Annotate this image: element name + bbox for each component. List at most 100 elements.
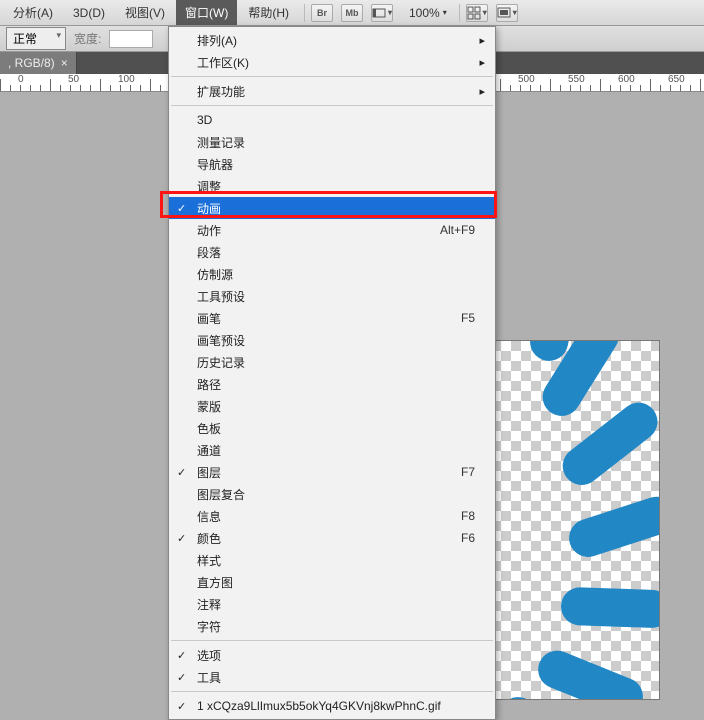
arrange-documents-button[interactable] <box>466 4 488 22</box>
menu-item-label: 样式 <box>197 552 221 569</box>
menu-item-label: 注释 <box>197 596 221 613</box>
close-icon[interactable]: × <box>61 56 68 70</box>
document-tab-label: , RGB/8) <box>8 56 55 70</box>
menu-item[interactable]: 路径 <box>169 373 495 395</box>
check-icon: ✓ <box>177 466 186 479</box>
menu-item-label: 工作区(K) <box>197 54 249 71</box>
shape-petal <box>564 492 660 562</box>
screen-mode-button[interactable] <box>496 4 518 22</box>
menu-item-label: 字符 <box>197 618 221 635</box>
menu-item[interactable]: 导航器 <box>169 153 495 175</box>
menu-item-label: 选项 <box>197 647 221 664</box>
document-tab[interactable]: , RGB/8) × <box>0 52 77 74</box>
menu-item[interactable]: ✓ 工具 <box>169 666 495 688</box>
blend-mode-combo[interactable]: 正常 <box>6 27 66 50</box>
menu-item[interactable]: 3D <box>169 109 495 131</box>
ruler-mark: 600 <box>618 74 635 85</box>
menu-item-label: 历史记录 <box>197 354 245 371</box>
shape-petal <box>560 587 660 629</box>
menu-item-label: 测量记录 <box>197 134 245 151</box>
menu-item[interactable]: 扩展功能 <box>169 80 495 102</box>
menu-item[interactable]: 直方图 <box>169 571 495 593</box>
menu-item[interactable]: ✓ 1 xCQza9LlImux5b5okYq4GKVnj8kwPhnC.gif <box>169 695 495 717</box>
menu-item[interactable]: 工作区(K) <box>169 51 495 73</box>
menu-item-label: 工具 <box>197 669 221 686</box>
check-icon: ✓ <box>177 700 186 713</box>
check-icon: ✓ <box>177 649 186 662</box>
separator <box>459 4 460 22</box>
ruler-mark: 100 <box>118 74 135 85</box>
menu-item-label: 画笔预设 <box>197 332 245 349</box>
screen-layout-button[interactable] <box>371 4 393 22</box>
menu-item-shortcut: F6 <box>461 531 475 545</box>
menu-view[interactable]: 视图(V) <box>116 0 174 25</box>
separator <box>304 4 305 22</box>
menu-item[interactable]: 色板 <box>169 417 495 439</box>
menu-item[interactable]: 样式 <box>169 549 495 571</box>
check-icon: ✓ <box>177 671 186 684</box>
menu-item-label: 扩展功能 <box>197 83 245 100</box>
ruler-mark: 650 <box>668 74 685 85</box>
menu-item-label: 路径 <box>197 376 221 393</box>
menu-item[interactable]: 动作 Alt+F9 <box>169 219 495 241</box>
menu-help[interactable]: 帮助(H) <box>239 0 298 25</box>
menu-item-label: 图层 <box>197 464 221 481</box>
menu-item[interactable]: 字符 <box>169 615 495 637</box>
menu-item[interactable]: 蒙版 <box>169 395 495 417</box>
menu-item[interactable]: ✓ 图层 F7 <box>169 461 495 483</box>
menu-item[interactable]: 信息 F8 <box>169 505 495 527</box>
width-input[interactable] <box>109 30 153 48</box>
menu-item-label: 画笔 <box>197 310 221 327</box>
menu-item[interactable]: ✓ 选项 <box>169 644 495 666</box>
window-menu-dropdown: 排列(A) 工作区(K) 扩展功能 3D 测量记录导航器调整 ✓动画动作 Alt+F9 段落仿… <box>168 26 496 720</box>
menu-item[interactable]: 调整 <box>169 175 495 197</box>
menu-item[interactable]: 排列(A) <box>169 29 495 51</box>
menu-3d[interactable]: 3D(D) <box>64 2 114 24</box>
menu-item-label: 调整 <box>197 178 221 195</box>
menu-item[interactable]: 图层复合 <box>169 483 495 505</box>
menu-item-shortcut: F5 <box>461 311 475 325</box>
menu-item-label: 蒙版 <box>197 398 221 415</box>
menu-item-label: 段落 <box>197 244 221 261</box>
menu-item[interactable]: 历史记录 <box>169 351 495 373</box>
ruler-mark: 50 <box>68 74 79 85</box>
zoom-level[interactable]: 100% <box>403 4 453 22</box>
menu-item[interactable]: 工具预设 <box>169 285 495 307</box>
menu-item[interactable]: ✓动画 <box>169 197 495 219</box>
menu-bar: 分析(A) 3D(D) 视图(V) 窗口(W) 帮助(H) Br Mb 100% <box>0 0 704 26</box>
menu-item[interactable]: 画笔 F5 <box>169 307 495 329</box>
ruler-mark: 0 <box>18 74 24 85</box>
menu-item-label: 排列(A) <box>197 32 237 49</box>
menu-item[interactable]: 注释 <box>169 593 495 615</box>
menu-item[interactable]: ✓颜色F6 <box>169 527 495 549</box>
width-label: 宽度: <box>74 30 101 47</box>
ruler-mark: 550 <box>568 74 585 85</box>
menu-item-label: 3D <box>197 113 212 127</box>
menu-item-label: 信息 <box>197 508 221 525</box>
minibridge-button[interactable]: Mb <box>341 4 363 22</box>
menu-item[interactable]: 仿制源 <box>169 263 495 285</box>
ruler-mark: 500 <box>518 74 535 85</box>
menu-item-label: 颜色 <box>197 530 221 547</box>
menu-item-shortcut: F8 <box>461 509 475 523</box>
filmstrip-icon <box>372 6 386 20</box>
menu-item[interactable]: 画笔预设 <box>169 329 495 351</box>
menu-window[interactable]: 窗口(W) <box>176 0 237 25</box>
screen-icon <box>497 6 511 20</box>
menu-item-shortcut: Alt+F9 <box>440 223 475 237</box>
menu-item-label: 图层复合 <box>197 486 245 503</box>
menu-item-label: 工具预设 <box>197 288 245 305</box>
menu-item-label: 1 xCQza9LlImux5b5okYq4GKVnj8kwPhnC.gif <box>197 699 441 713</box>
menu-item-label: 仿制源 <box>197 266 233 283</box>
menu-item-label: 动作 <box>197 222 221 239</box>
menu-item-label: 色板 <box>197 420 221 437</box>
menu-item-label: 通道 <box>197 442 221 459</box>
menu-item[interactable]: 段落 <box>169 241 495 263</box>
menu-item-shortcut: F7 <box>461 465 475 479</box>
menu-item[interactable]: 通道 <box>169 439 495 461</box>
shape-petal <box>532 645 648 700</box>
menu-item[interactable]: 测量记录 <box>169 131 495 153</box>
bridge-button[interactable]: Br <box>311 4 333 22</box>
menu-analyze[interactable]: 分析(A) <box>4 0 62 25</box>
check-icon: ✓ <box>177 202 186 215</box>
